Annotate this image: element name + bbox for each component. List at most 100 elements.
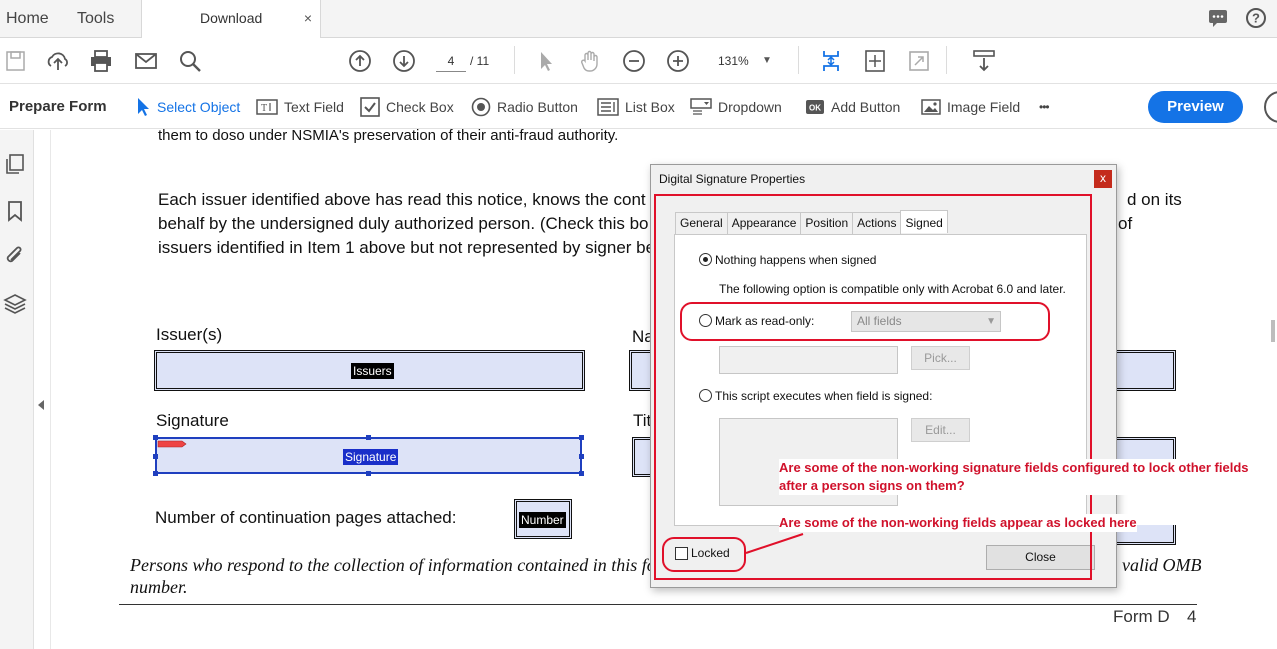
select-object-tool[interactable]: Select Object <box>135 96 240 118</box>
issuers-field-label: Issuers <box>351 363 394 379</box>
dropdown-icon <box>690 98 712 115</box>
full-screen-icon[interactable] <box>906 48 932 74</box>
list-box-tool[interactable]: List Box <box>597 96 675 118</box>
page-number-label: 4 <box>1187 607 1197 626</box>
form-label: Form D <box>1113 607 1170 626</box>
help-icon[interactable]: ? <box>1245 7 1267 29</box>
signature-field-label: Signature <box>343 449 399 465</box>
tab-bar: Home Tools Download × ? <box>0 0 1277 39</box>
resize-handle[interactable] <box>153 454 158 459</box>
footer-note: Persons who respond to the collection of… <box>130 555 663 575</box>
dialog-title: Digital Signature Properties <box>659 172 806 186</box>
issuers-heading: Issuer(s) <box>156 325 223 344</box>
pages-icon[interactable] <box>3 152 27 176</box>
issuers-form-field[interactable]: Issuers <box>154 350 585 391</box>
doc-paragraph-end: d on its <box>1127 190 1182 209</box>
text-field-label: Text Field <box>284 99 344 115</box>
name-form-field-end[interactable] <box>1110 350 1176 391</box>
divider <box>119 604 1197 605</box>
close-form-icon[interactable] <box>1264 91 1277 123</box>
text-field-icon: T <box>256 99 278 115</box>
check-box-tool[interactable]: Check Box <box>360 96 454 118</box>
dropdown-tool[interactable]: Dropdown <box>690 96 782 118</box>
svg-text:OK: OK <box>809 104 821 113</box>
resize-handle[interactable] <box>579 454 584 459</box>
resize-handle[interactable] <box>366 471 371 476</box>
annotation-oval-locked <box>662 537 746 572</box>
doc-paragraph-line: Each issuer identified above has read th… <box>158 190 646 209</box>
svg-text:?: ? <box>1252 11 1260 26</box>
next-page-icon[interactable] <box>391 48 417 74</box>
title-heading: Tit <box>633 411 652 430</box>
resize-handle[interactable] <box>579 435 584 440</box>
left-rail <box>0 130 34 649</box>
signature-heading: Signature <box>156 411 229 430</box>
resize-handle[interactable] <box>153 471 158 476</box>
fit-width-icon[interactable] <box>862 48 888 74</box>
doc-paragraph-line: issuers identified in Item 1 above but n… <box>158 238 656 257</box>
footer-note-2: number. <box>130 577 188 597</box>
resize-handle[interactable] <box>366 435 371 440</box>
scrollbar-thumb[interactable] <box>1271 320 1275 342</box>
continuation-label: Number of continuation pages attached: <box>155 508 457 527</box>
checkbox-icon <box>360 97 380 117</box>
previous-page-icon[interactable] <box>347 48 373 74</box>
select-cursor-icon[interactable] <box>533 48 559 74</box>
chevron-down-icon[interactable]: ▼ <box>762 50 772 72</box>
more-options-icon[interactable]: ••• <box>1039 96 1050 118</box>
radio-button-label: Radio Button <box>497 99 578 115</box>
number-field-label: Number <box>519 512 566 528</box>
doc-line-top: them to doso under NSMIA's preservation … <box>158 127 619 144</box>
print-icon[interactable] <box>88 48 114 74</box>
collapse-panel-icon[interactable] <box>38 400 44 410</box>
save-icon[interactable] <box>3 48 29 74</box>
page-total: / 11 <box>470 54 490 68</box>
preview-button[interactable]: Preview <box>1148 91 1243 123</box>
zoom-out-icon[interactable] <box>621 48 647 74</box>
comment-icon[interactable] <box>1207 7 1229 29</box>
list-box-label: List Box <box>625 99 675 115</box>
number-form-field[interactable]: Number <box>514 499 572 539</box>
resize-handle[interactable] <box>153 435 158 440</box>
signature-form-field[interactable]: Signature <box>155 437 582 474</box>
fit-page-icon[interactable] <box>818 48 844 74</box>
image-field-label: Image Field <box>947 99 1021 115</box>
annotation-arrow <box>745 533 804 554</box>
radio-button-tool[interactable]: Radio Button <box>471 96 578 118</box>
doc-paragraph-line: behalf by the undersigned duly authorize… <box>158 214 649 233</box>
layers-icon[interactable] <box>3 292 27 316</box>
top-right-icons: ? <box>1207 7 1267 29</box>
bookmark-icon[interactable] <box>3 199 27 223</box>
select-cursor-icon <box>138 98 149 116</box>
add-button-tool[interactable]: OK Add Button <box>805 96 900 118</box>
tab-download[interactable]: Download × <box>141 0 321 39</box>
separator <box>798 46 799 74</box>
footer-note-end: valid OMB <box>1122 555 1202 575</box>
resize-handle[interactable] <box>579 471 584 476</box>
tab-tools[interactable]: Tools <box>77 0 114 38</box>
tab-home[interactable]: Home <box>6 0 49 38</box>
list-box-icon <box>597 98 619 116</box>
select-object-label: Select Object <box>157 99 241 115</box>
annotation-note-2: Are some of the non-working fields appea… <box>779 514 1137 532</box>
svg-text:T: T <box>261 103 267 114</box>
separator <box>514 46 515 74</box>
separator <box>946 46 947 74</box>
cloud-upload-icon[interactable] <box>45 48 71 74</box>
tab-download-label: Download <box>200 10 263 26</box>
button-ok-icon: OK <box>806 100 824 114</box>
scroll-mode-icon[interactable] <box>971 48 997 74</box>
tab-close-icon[interactable]: × <box>304 0 312 37</box>
image-icon <box>921 99 941 115</box>
page-number-input[interactable]: 4 <box>436 50 466 72</box>
zoom-in-icon[interactable] <box>665 48 691 74</box>
text-field-tool[interactable]: T Text Field <box>256 96 344 118</box>
attachment-icon[interactable] <box>3 244 27 268</box>
email-icon[interactable] <box>133 48 159 74</box>
hand-tool-icon[interactable] <box>577 48 603 74</box>
add-button-label: Add Button <box>831 99 901 115</box>
search-icon[interactable] <box>177 48 203 74</box>
image-field-tool[interactable]: Image Field <box>921 96 1020 118</box>
dialog-close-icon[interactable]: x <box>1094 170 1112 188</box>
signature-flag-icon <box>157 440 187 448</box>
